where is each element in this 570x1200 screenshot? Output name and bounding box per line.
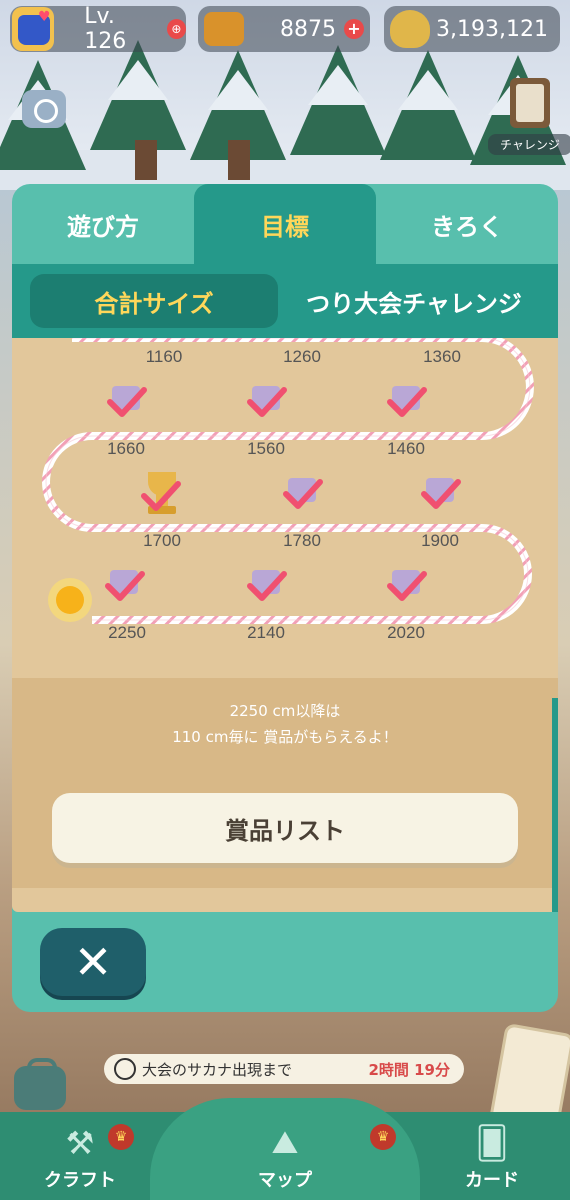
- clipboard-icon: [510, 78, 550, 128]
- milestone-label: 1900: [421, 531, 459, 550]
- snowy-tree: [290, 45, 386, 155]
- nav-map[interactable]: ⛰ マップ: [225, 1123, 345, 1194]
- camera-button[interactable]: [22, 90, 66, 128]
- leaf-ticket-icon: [204, 12, 244, 46]
- nav-card-label: カード: [465, 1170, 519, 1191]
- info-threshold-text: 2250 cm以降は: [229, 702, 341, 720]
- close-button[interactable]: ✕: [40, 928, 146, 996]
- tree-trunk: [228, 140, 250, 180]
- tab-goal[interactable]: 目標: [194, 184, 376, 264]
- gift-icon[interactable]: [387, 570, 427, 601]
- milestone-label: 1560: [247, 439, 285, 458]
- milestone-label: 1260: [283, 347, 321, 366]
- milestone-label: 1360: [423, 347, 461, 366]
- level-text: Lv. 126: [84, 4, 127, 54]
- current-position-marker: [48, 578, 92, 622]
- clock-icon: [114, 1058, 136, 1080]
- panel-tabs: 遊び方 目標 きろく: [12, 184, 558, 264]
- gift-icon[interactable]: [247, 570, 287, 601]
- level-display[interactable]: ♥ Lv. 126 ⊕: [10, 4, 186, 54]
- gift-icon[interactable]: [387, 386, 427, 417]
- challenge-button[interactable]: チャレンジ: [488, 78, 570, 155]
- heart-icon: ♥: [38, 9, 51, 25]
- cards-icon: 🂠: [475, 1124, 509, 1162]
- nav-card[interactable]: 🂠 カード: [432, 1124, 552, 1194]
- bag-icon[interactable]: [14, 1058, 66, 1110]
- trophy-icon[interactable]: [141, 472, 181, 514]
- bell-count: 3,193,121: [436, 16, 548, 42]
- timer-value: 2時間 19分: [368, 1060, 450, 1079]
- map-icon: ⛰: [271, 1123, 299, 1161]
- gift-icon[interactable]: [283, 478, 323, 509]
- subtab-tournament-challenge[interactable]: つり大会チャレンジ: [288, 274, 540, 328]
- bells-display[interactable]: 3,193,121: [384, 6, 560, 52]
- milestone-label: 1460: [387, 439, 425, 458]
- panel-subtabs: 合計サイズ つり大会チャレンジ: [12, 264, 558, 338]
- add-tickets-icon[interactable]: +: [344, 19, 364, 39]
- goal-content: 1160 1260 1360 1660 1560 1460 1700 1780 …: [12, 338, 558, 1012]
- crown-icon: ♛: [108, 1124, 134, 1150]
- nav-map-label: マップ: [258, 1170, 312, 1191]
- snowy-tree: [90, 40, 186, 150]
- gift-icon[interactable]: [247, 386, 287, 417]
- milestone-label: 2140: [247, 623, 285, 642]
- tournament-timer: 大会のサカナ出現まで 2時間 19分: [104, 1054, 464, 1084]
- timer-label: 大会のサカナ出現まで: [142, 1060, 293, 1079]
- milestone-label: 2250: [108, 623, 146, 642]
- player-avatar[interactable]: ♥: [12, 7, 55, 51]
- prize-list-button[interactable]: 賞品リスト: [52, 793, 518, 863]
- tab-how-to-play[interactable]: 遊び方: [12, 184, 194, 264]
- snowy-tree: [380, 50, 476, 160]
- crown-icon: ♛: [370, 1124, 396, 1150]
- gift-icon[interactable]: [107, 386, 147, 417]
- magnify-icon[interactable]: ⊕: [166, 19, 186, 39]
- close-icon: ✕: [73, 935, 113, 989]
- milestone-label: 1700: [143, 531, 181, 550]
- subtab-total-size[interactable]: 合計サイズ: [30, 274, 278, 328]
- milestone-label: 1160: [146, 347, 183, 366]
- bell-bag-icon: [390, 10, 430, 48]
- milestone-label: 2020: [387, 623, 425, 642]
- gift-icon[interactable]: [105, 570, 145, 601]
- info-interval-text: 110 cm毎に 賞品がもらえるよ！: [172, 728, 398, 746]
- milestone-label: 1660: [107, 439, 145, 458]
- milestone-label: 1780: [283, 531, 321, 550]
- ticket-count: 8875: [280, 16, 336, 42]
- gift-icon[interactable]: [421, 478, 461, 509]
- tab-record[interactable]: きろく: [376, 184, 558, 264]
- leaf-ticket-display[interactable]: 8875 +: [198, 6, 370, 52]
- tree-trunk: [135, 140, 157, 180]
- goal-panel: 遊び方 目標 きろく 合計サイズ つり大会チャレンジ 1160 1260 136…: [12, 184, 558, 1012]
- nav-craft-label: クラフト: [44, 1170, 116, 1191]
- milestone-track: 1160 1260 1360 1660 1560 1460 1700 1780 …: [42, 338, 534, 642]
- challenge-label: チャレンジ: [488, 134, 570, 155]
